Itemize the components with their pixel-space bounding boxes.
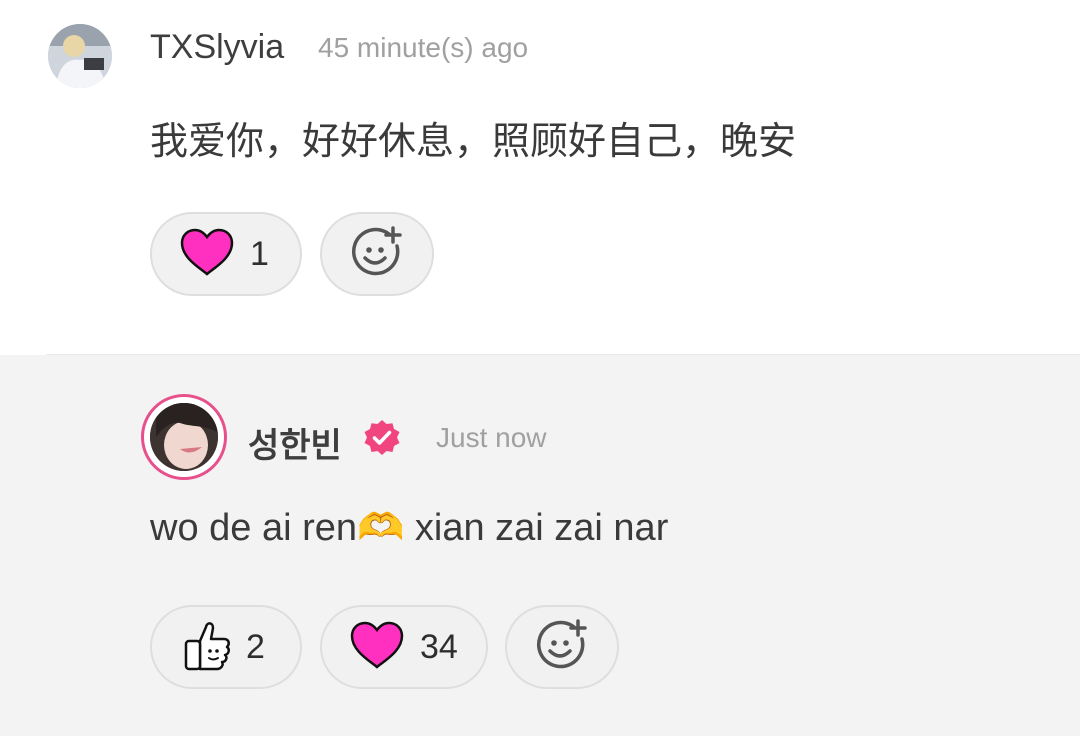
add-reaction-button[interactable] <box>320 212 434 296</box>
comment-card: TXSlyvia 45 minute(s) ago 我爱你，好好休息，照顾好自己… <box>0 0 1080 355</box>
heart-icon <box>178 226 236 283</box>
avatar[interactable] <box>48 24 112 88</box>
avatar[interactable] <box>141 394 227 480</box>
heart-icon <box>348 619 406 676</box>
reaction-count: 2 <box>246 627 265 666</box>
comment-text: 我爱你，好好休息，照顾好自己，晚安 <box>150 121 797 163</box>
timestamp: 45 minute(s) ago <box>318 32 529 63</box>
timestamp: Just now <box>436 422 547 453</box>
verified-badge-icon <box>362 418 402 458</box>
thumbs-up-icon <box>180 617 232 678</box>
username[interactable]: 성한빈 <box>248 418 342 467</box>
avatar-image <box>150 403 218 471</box>
heart-reaction-button[interactable]: 34 <box>320 605 488 689</box>
add-reaction-icon <box>534 617 590 678</box>
add-reaction-button[interactable] <box>505 605 619 689</box>
username[interactable]: TXSlyvia <box>150 28 284 67</box>
reaction-count: 34 <box>420 627 458 666</box>
comment-text: wo de ai ren🫶 xian zai zai nar <box>150 507 669 549</box>
thumbs-up-reaction-button[interactable]: 2 <box>150 605 302 689</box>
reaction-count: 1 <box>250 234 269 273</box>
add-reaction-icon <box>349 224 405 285</box>
heart-reaction-button[interactable]: 1 <box>150 212 302 296</box>
